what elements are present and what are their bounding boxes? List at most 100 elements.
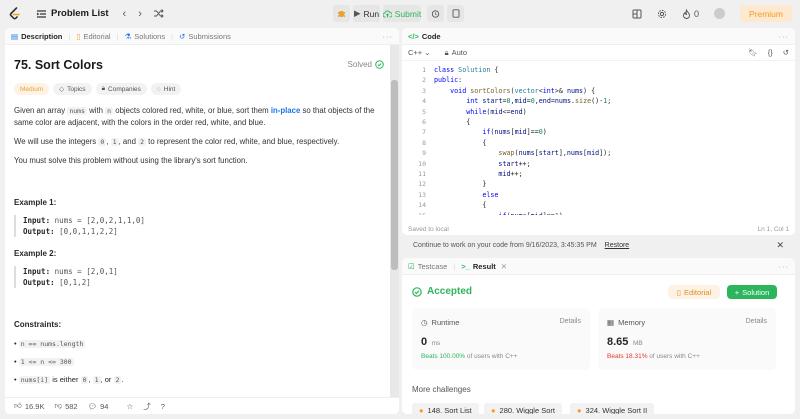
tab-description-label: Description — [21, 31, 63, 41]
tab-description[interactable]: ▤ Description — [11, 32, 62, 41]
submit-label: Submit — [394, 8, 422, 19]
language-select[interactable]: C++ ⌄ — [408, 48, 431, 57]
star-icon[interactable]: ☆ — [126, 402, 133, 411]
hint-tag[interactable]: ◌ Hint — [150, 83, 182, 95]
problem-list-button[interactable]: Problem List — [36, 8, 109, 19]
lock-icon: ● — [491, 405, 496, 415]
memory-number: 8.65 — [607, 336, 629, 348]
check-circle-icon — [375, 60, 384, 69]
constraint-item: • nums[i] is either 0, 1, or 2. — [14, 375, 124, 384]
restore-bar: Continue to work on your code from 9/16/… — [402, 237, 795, 253]
runtime-label: Runtime — [431, 318, 460, 327]
help-icon[interactable]: ? — [161, 402, 165, 411]
reset-icon[interactable]: ↺ — [783, 48, 789, 57]
debug-button[interactable] — [333, 5, 350, 22]
code-icon: </> — [408, 31, 419, 41]
challenge-chip[interactable]: ● 148. Sort List — [412, 403, 479, 414]
code-editor[interactable]: 123456789101112131415 class Solution {pu… — [402, 65, 795, 215]
constraint-item: • n == nums.length — [14, 339, 86, 348]
description-footer: 👍︎ 16.9K 👎︎ 582 💬︎ 94 ☆ ⤴ ? — [5, 397, 399, 414]
chevron-left-icon[interactable]: ‹ — [123, 8, 127, 20]
auto-mode-label: Auto — [451, 47, 468, 57]
close-icon[interactable]: ✕ — [776, 240, 784, 251]
text: , and — [118, 137, 139, 146]
runtime-card[interactable]: ◷ Runtime Details 0 ms Beats 100.00% of … — [412, 308, 590, 370]
shuffle-icon[interactable] — [153, 8, 164, 20]
description-scrollbar-track[interactable] — [390, 45, 399, 397]
chevron-right-icon[interactable]: › — [138, 8, 142, 20]
close-tab-icon[interactable]: ✕ — [501, 262, 507, 271]
restore-message: Continue to work on your code from 9/16/… — [413, 241, 597, 249]
editorial-button[interactable]: ▯ Editorial — [668, 285, 720, 299]
inline-code: 0 — [98, 138, 107, 146]
memory-details-link[interactable]: Details — [746, 318, 767, 325]
submit-button[interactable]: Submit — [382, 5, 422, 22]
difficulty-badge[interactable]: Medium — [14, 83, 50, 95]
braces-icon[interactable]: {} — [768, 48, 773, 57]
comments-button[interactable]: 💬︎ 94 — [88, 402, 109, 411]
leetcode-logo-icon[interactable] — [8, 6, 22, 21]
restore-link[interactable]: Restore — [605, 242, 630, 249]
tab-solutions[interactable]: ⚗ Solutions — [125, 32, 166, 41]
hint-label: Hint — [163, 85, 176, 93]
line-number: 2 — [422, 76, 426, 85]
more-options-icon[interactable]: ··· — [779, 32, 790, 41]
dislike-button[interactable]: 👎︎ 582 — [54, 401, 77, 411]
text: with — [86, 106, 106, 115]
tab-editorial[interactable]: ▯ Editorial — [76, 32, 110, 41]
tab-submissions[interactable]: ↺ Submissions — [179, 32, 231, 41]
clock-icon: ◷ — [421, 318, 428, 327]
bookmark-icon[interactable]: 🔖︎ — [748, 48, 758, 57]
text: Given an array — [14, 106, 68, 115]
challenge-label: 324. Wiggle Sort II — [585, 405, 648, 415]
runtime-details-link[interactable]: Details — [560, 318, 581, 325]
constraints: Constraints: • n == nums.length • 1 <= n… — [14, 320, 384, 384]
description-panel: ▤ Description | ▯ Editorial | ⚗ Solution… — [5, 28, 399, 414]
thumbs-down-icon: 👎︎ — [54, 401, 63, 410]
run-label: Run — [363, 8, 380, 19]
language-value: C++ — [408, 48, 423, 57]
inline-code: 2 — [138, 138, 146, 146]
timer-button[interactable] — [427, 5, 444, 22]
line-number: 13 — [418, 190, 426, 199]
challenge-chip[interactable]: ● 324. Wiggle Sort II — [570, 403, 655, 415]
check-circle-icon — [412, 286, 422, 297]
notes-button[interactable] — [447, 5, 464, 22]
problem-list-label: Problem List — [51, 8, 109, 19]
tab-code-label: Code — [421, 31, 441, 41]
topics-tag[interactable]: ◇ Topics — [53, 83, 92, 95]
runtime-beats-text: of users with C++ — [465, 353, 518, 360]
auto-mode-toggle[interactable]: 🔒︎ Auto — [445, 48, 467, 58]
share-icon[interactable]: ⤴ — [143, 401, 151, 412]
inline-code: 1 — [92, 376, 101, 384]
text: , or — [100, 375, 114, 384]
checkbox-icon: ☑ — [408, 261, 415, 271]
tab-testcase[interactable]: ☑ Testcase — [408, 262, 447, 271]
run-button[interactable]: ▶ Run — [353, 5, 380, 22]
inline-code: nums[i] — [18, 376, 51, 384]
more-options-icon[interactable]: ··· — [779, 262, 790, 271]
layout-icon[interactable] — [632, 9, 642, 19]
streak-count: 0 — [693, 8, 699, 19]
thumbs-up-icon: 👍︎ — [14, 401, 22, 410]
memory-beats-percent: Beats 18.31% — [607, 353, 648, 360]
solution-button[interactable]: + Solution — [727, 285, 777, 299]
premium-button[interactable]: Premium — [739, 5, 792, 22]
settings-gear-icon[interactable] — [657, 9, 667, 19]
memory-card[interactable]: ▦ Memory Details 8.65 MB Beats 18.31% of… — [598, 308, 776, 370]
like-button[interactable]: 👍︎ 16.9K — [14, 401, 44, 411]
list-icon — [36, 9, 47, 19]
description-scrollbar-thumb[interactable] — [391, 80, 398, 270]
challenge-chip[interactable]: ● 280. Wiggle Sort — [484, 403, 562, 414]
code-text[interactable]: class Solution {public: void sortColors(… — [434, 65, 611, 215]
inline-code: 1 — [110, 138, 119, 146]
streak-counter[interactable]: 0 — [682, 8, 699, 19]
companies-tag[interactable]: 🔒︎ Companies — [95, 83, 147, 95]
tab-result[interactable]: >_ Result ✕ — [461, 262, 507, 271]
line-number: 15 — [402, 211, 426, 215]
tab-code[interactable]: </> Code — [408, 32, 441, 41]
text: We will use the integers — [14, 137, 99, 146]
more-options-icon[interactable]: ··· — [383, 32, 394, 41]
in-place-link[interactable]: in-place — [271, 106, 300, 115]
avatar[interactable] — [713, 8, 725, 19]
